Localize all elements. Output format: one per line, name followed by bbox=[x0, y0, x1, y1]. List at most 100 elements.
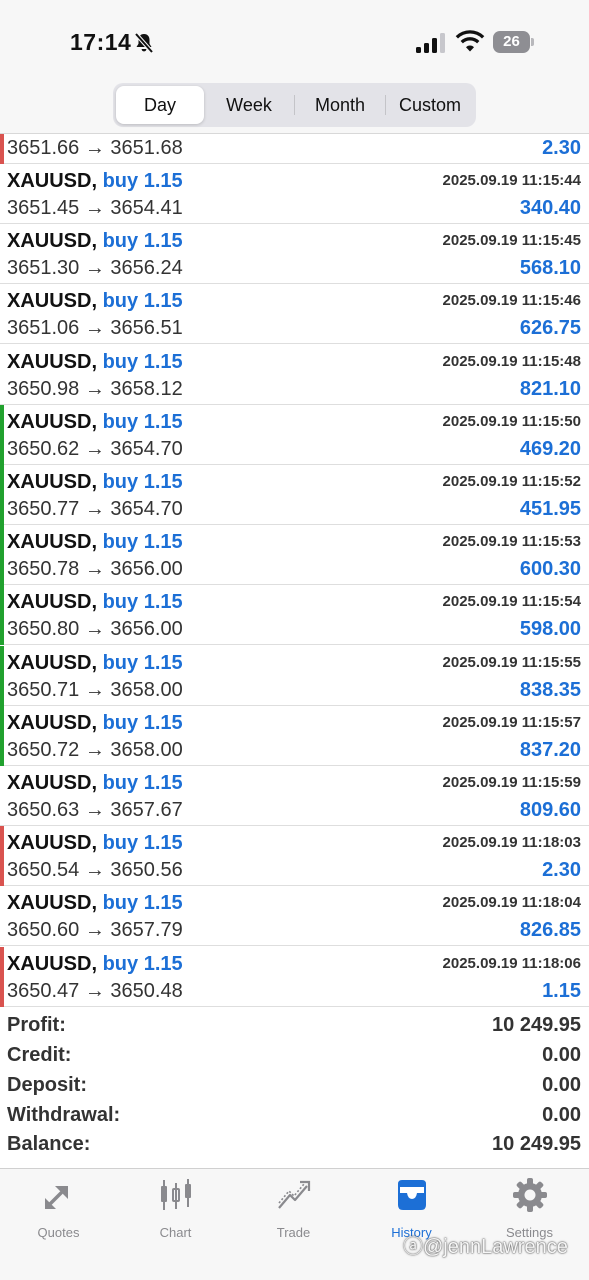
deal-time: 2025.09.19 11:15:48 bbox=[442, 352, 581, 370]
segment-custom[interactable]: Custom bbox=[386, 86, 474, 124]
deal-profit: 568.10 bbox=[519, 257, 581, 280]
deal-time: 2025.09.19 11:15:44 bbox=[442, 172, 581, 189]
battery-indicator: 26 bbox=[493, 31, 535, 53]
deal-symbol: XAUUSD, buy 1.15 bbox=[7, 772, 183, 795]
deal-profit: 340.40 bbox=[519, 197, 581, 219]
deal-type: buy 1.15 bbox=[102, 350, 183, 373]
deal-type: buy 1.15 bbox=[102, 952, 183, 975]
deal-type: buy 1.15 bbox=[102, 711, 183, 734]
deal-row[interactable]: XAUUSD, buy 1.15 2025.09.19 11:15:48 3650.… bbox=[0, 345, 589, 405]
deal-time: 2025.09.19 11:15:52 bbox=[442, 473, 581, 490]
deal-row[interactable]: XAUUSD, buy 1.15 2025.09.19 11:15:53 3650.… bbox=[0, 525, 589, 586]
deal-symbol: XAUUSD, buy 1.15 bbox=[7, 652, 183, 675]
cellular-signal-icon bbox=[416, 33, 445, 53]
chart-icon bbox=[160, 1179, 191, 1210]
summary-value: 10 249.95 bbox=[492, 1133, 581, 1155]
deal-row[interactable]: XAUUSD, buy 1.15 2025.09.19 11:15:52 3650.… bbox=[0, 465, 589, 525]
summary-label: Credit: bbox=[7, 1044, 72, 1066]
win-marker bbox=[0, 525, 4, 586]
deal-row[interactable]: XAUUSD, buy 1.15 2025.09.19 11:15:59 3650.… bbox=[0, 766, 589, 826]
tab-chart[interactable]: Chart bbox=[117, 1177, 234, 1247]
deal-type: buy 1.15 bbox=[102, 230, 183, 253]
segment-day[interactable]: Day bbox=[116, 86, 204, 124]
bottom-tab-bar: Quotes Chart Trade History Settings bbox=[0, 1168, 589, 1280]
segment-divider bbox=[294, 95, 295, 115]
deal-type: buy 1.15 bbox=[102, 772, 183, 794]
segment-week[interactable]: Week bbox=[205, 86, 293, 124]
deal-row[interactable]: XAUUSD, buy 1.15 2025.09.19 11:15:55 3650.… bbox=[0, 645, 589, 706]
tab-label: Quotes bbox=[37, 1225, 80, 1240]
loss-marker bbox=[0, 134, 4, 164]
deal-type: buy 1.15 bbox=[102, 531, 183, 554]
deal-prices: 3650.72 → 3658.00 bbox=[7, 738, 183, 761]
deal-symbol: XAUUSD, buy 1.15 bbox=[7, 351, 183, 374]
summary-value: 10 249.95 bbox=[492, 1014, 581, 1036]
status-time: 17:14 bbox=[70, 29, 132, 55]
deal-prices: 3650.77 → 3654.70 bbox=[7, 498, 183, 520]
bell-slash-icon bbox=[134, 32, 154, 54]
deal-profit: 451.95 bbox=[519, 498, 581, 520]
summary-label: Profit: bbox=[7, 1014, 66, 1036]
deal-profit: 809.60 bbox=[519, 799, 581, 821]
deal-time: 2025.09.19 11:15:50 bbox=[442, 412, 581, 430]
deal-time: 2025.09.19 11:15:55 bbox=[442, 653, 581, 671]
summary-row-credit: Credit: 0.00 bbox=[0, 1044, 589, 1074]
deal-symbol-name: XAUUSD, bbox=[7, 170, 98, 192]
deal-symbol: XAUUSD, buy 1.15 bbox=[7, 230, 183, 253]
deal-prices: 3650.80 → 3656.00 bbox=[7, 618, 183, 641]
tab-label: Trade bbox=[276, 1225, 311, 1240]
deal-symbol: XAUUSD, buy 1.15 bbox=[7, 411, 183, 434]
quotes-icon bbox=[44, 1186, 68, 1209]
tab-quotes[interactable]: Quotes bbox=[0, 1177, 117, 1247]
deal-symbol: XAUUSD, buy 1.15 bbox=[7, 471, 183, 494]
deal-time: 2025.09.19 11:15:53 bbox=[442, 533, 581, 551]
summary-row-balance: Balance: 10 249.95 bbox=[0, 1133, 589, 1163]
account-summary: Profit: 10 249.95 Credit: 0.00 Deposit: … bbox=[0, 1014, 589, 1168]
deal-symbol: XAUUSD, buy 1.15 bbox=[7, 531, 183, 554]
deal-symbol-name: XAUUSD, bbox=[7, 591, 98, 614]
settings-icon bbox=[512, 1178, 547, 1212]
deal-row[interactable]: XAUUSD, buy 1.15 2025.09.19 11:15:46 3651.… bbox=[0, 284, 589, 345]
segment-month[interactable]: Month bbox=[296, 86, 384, 124]
win-marker bbox=[0, 705, 4, 766]
deal-row[interactable]: XAUUSD, buy 1.15 2025.09.19 11:18:06 3650.… bbox=[0, 946, 589, 1007]
period-segmented-control: Day Week Month Custom bbox=[113, 83, 476, 127]
summary-row-deposit: Deposit: 0.00 bbox=[0, 1074, 589, 1104]
deal-symbol-name: XAUUSD, bbox=[7, 410, 98, 433]
tab-label: Chart bbox=[159, 1225, 192, 1240]
deal-row[interactable]: XAUUSD, buy 1.15 2025.09.19 11:18:03 3650.… bbox=[0, 826, 589, 887]
summary-row-withdrawal: Withdrawal: 0.00 bbox=[0, 1104, 589, 1134]
deal-symbol-name: XAUUSD, bbox=[7, 832, 98, 855]
deal-row[interactable]: XAUUSD, buy 1.15 2025.09.19 11:15:44 3651.… bbox=[0, 164, 589, 224]
deal-prices: 3651.30 → 3656.24 bbox=[7, 257, 183, 280]
deal-profit: 600.30 bbox=[519, 558, 581, 581]
deal-profit: 2.30 bbox=[542, 859, 581, 882]
deal-profit: 838.35 bbox=[519, 678, 581, 701]
deal-prices: 3651.45 → 3654.41 bbox=[7, 197, 183, 219]
deal-row[interactable]: XAUUSD, buy 1.15 2025.09.19 11:15:54 3650.… bbox=[0, 585, 589, 646]
tab-trade[interactable]: Trade bbox=[235, 1177, 352, 1247]
deal-row[interactable]: XAUUSD, buy 1.15 2025.09.19 11:18:04 3650.… bbox=[0, 886, 589, 947]
deal-row[interactable]: XAUUSD, buy 1.15 2025.09.19 11:15:57 3650.… bbox=[0, 705, 589, 766]
deal-prices: 3651.66 → 3651.68 bbox=[7, 137, 183, 159]
deal-symbol: XAUUSD, buy 1.15 bbox=[7, 712, 183, 735]
deal-prices: 3650.98 → 3658.12 bbox=[7, 377, 183, 400]
history-icon bbox=[397, 1180, 426, 1210]
deal-prices: 3650.63 → 3657.67 bbox=[7, 799, 183, 821]
deal-profit: 469.20 bbox=[519, 437, 581, 460]
deal-profit: 826.85 bbox=[519, 919, 581, 942]
deal-symbol-name: XAUUSD, bbox=[7, 230, 98, 253]
deal-row-partial[interactable]: 3651.66 → 3651.68 2.30 bbox=[0, 134, 589, 164]
deal-symbol-name: XAUUSD, bbox=[7, 772, 98, 794]
deal-row[interactable]: XAUUSD, buy 1.15 2025.09.19 11:15:50 3650.… bbox=[0, 404, 589, 465]
deal-symbol: XAUUSD, buy 1.15 bbox=[7, 591, 183, 614]
deal-symbol-name: XAUUSD, bbox=[7, 290, 98, 313]
loss-marker bbox=[0, 826, 4, 887]
summary-label: Withdrawal: bbox=[7, 1104, 121, 1126]
deal-row[interactable]: XAUUSD, buy 1.15 2025.09.19 11:15:45 3651.… bbox=[0, 224, 589, 285]
deal-symbol: XAUUSD, buy 1.15 bbox=[7, 892, 183, 915]
deal-profit: 1.15 bbox=[542, 979, 581, 1002]
deal-time: 2025.09.19 11:15:45 bbox=[442, 232, 581, 250]
deal-symbol-name: XAUUSD, bbox=[7, 531, 98, 554]
deal-prices: 3650.60 → 3657.79 bbox=[7, 919, 183, 942]
